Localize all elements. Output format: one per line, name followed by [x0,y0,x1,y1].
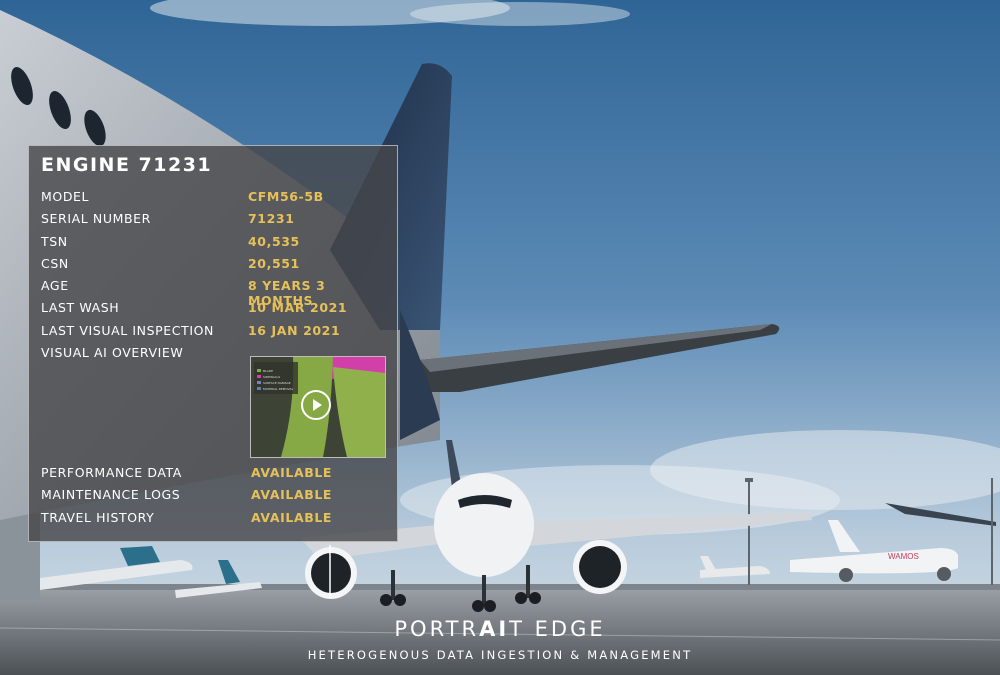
play-icon[interactable] [301,390,331,420]
row-value: 20,551 [248,256,300,271]
info-row-model: MODEL CFM56-5B [41,189,391,209]
maintenance-logs-link[interactable]: AVAILABLE [251,487,332,502]
row-label: PERFORMANCE DATA [41,465,182,480]
visual-ai-video-thumbnail[interactable]: BLADE SIDEWALLS SURFACE DAMAGE MATERIAL … [250,356,386,458]
row-value: CFM56-5B [248,189,324,204]
engine-info-panel: ENGINE 71231 MODEL CFM56-5B SERIAL NUMBE… [28,145,398,542]
panel-title: ENGINE 71231 [41,154,213,176]
row-label: LAST VISUAL INSPECTION [41,323,215,338]
performance-data-link[interactable]: AVAILABLE [251,465,332,480]
row-label: SERIAL NUMBER [41,211,151,226]
info-row-tsn: TSN 40,535 [41,234,391,254]
row-label: MAINTENANCE LOGS [41,487,181,502]
row-label: CSN [41,256,69,271]
info-row-last-visual-inspection: LAST VISUAL INSPECTION 16 JAN 2021 [41,323,391,343]
info-row-age: AGE 8 YEARS 3 MONTHS [41,278,391,308]
info-row-serial-number: SERIAL NUMBER 71231 [41,211,391,231]
row-label: TSN [41,234,68,249]
legend-item: MATERIAL REMOVAL [263,387,294,391]
travel-history-link[interactable]: AVAILABLE [251,510,332,525]
legend-item: SIDEWALLS [263,375,280,379]
row-label: LAST WASH [41,300,120,315]
row-value: 40,535 [248,234,300,249]
row-label: VISUAL AI OVERVIEW [41,345,184,360]
row-label: TRAVEL HISTORY [41,510,155,525]
link-row-maintenance-logs: MAINTENANCE LOGS AVAILABLE [41,487,391,507]
row-value: 16 JAN 2021 [248,323,341,338]
brand-name: PORTRAIT EDGE [0,617,1000,641]
link-row-performance-data: PERFORMANCE DATA AVAILABLE [41,465,391,485]
link-row-travel-history: TRAVEL HISTORY AVAILABLE [41,510,391,530]
row-label: AGE [41,278,69,293]
brand-ai: AI [479,617,510,641]
brand-tagline: HETEROGENOUS DATA INGESTION & MANAGEMENT [307,648,693,662]
info-row-last-wash: LAST WASH 10 MAR 2021 [41,300,391,320]
legend-item: SURFACE DAMAGE [263,381,291,385]
brand-part: T EDGE [509,617,606,641]
info-row-csn: CSN 20,551 [41,256,391,276]
row-value: 71231 [248,211,295,226]
row-label: MODEL [41,189,90,204]
row-value: 10 MAR 2021 [248,300,348,315]
livery-text: WAMOS [888,552,919,561]
legend-item: BLADE [263,369,273,373]
brand-part: PORTR [394,617,480,641]
